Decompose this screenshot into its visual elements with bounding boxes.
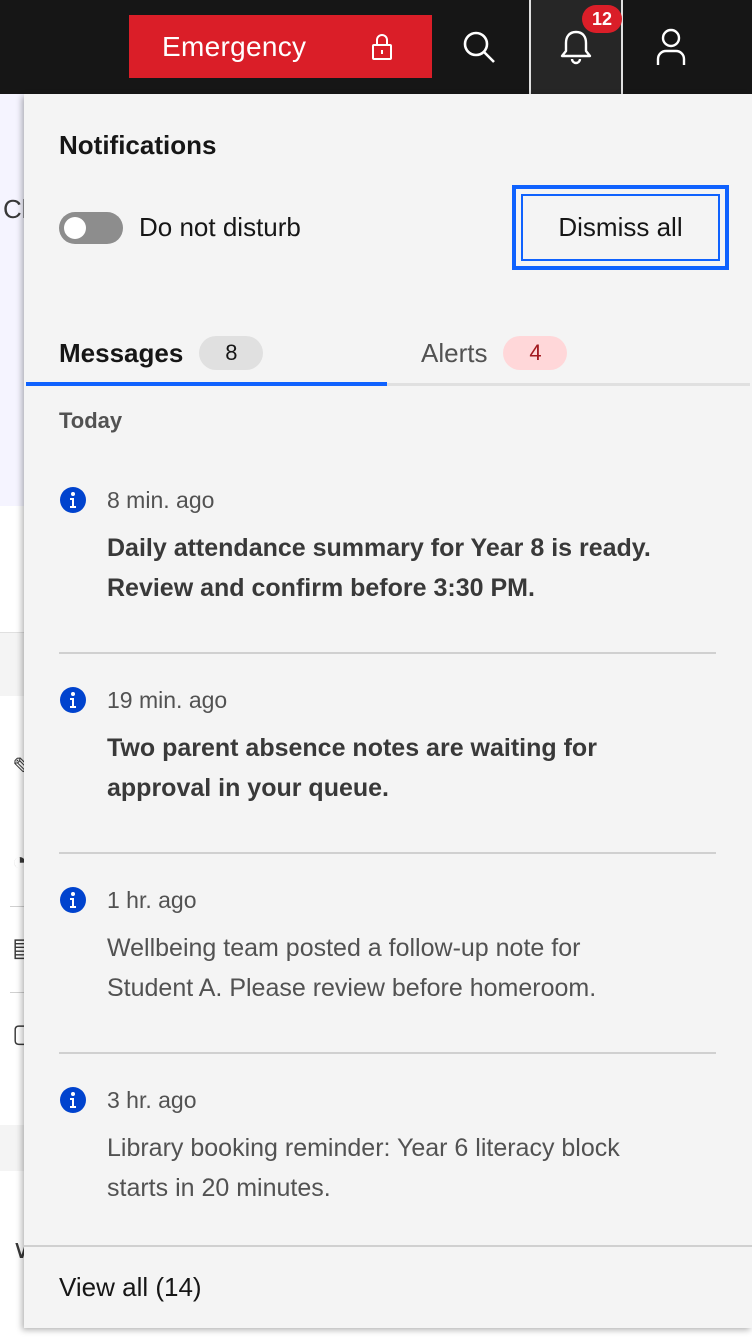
tab-alerts-label: Alerts <box>421 337 488 368</box>
notification-item[interactable]: 19 min. ago Two parent absence notes are… <box>59 686 716 816</box>
info-icon <box>60 1087 86 1113</box>
panel-title: Notifications <box>59 130 217 160</box>
user-icon <box>656 28 686 65</box>
notification-item[interactable]: 8 min. ago Daily attendance summary for … <box>59 486 716 616</box>
notification-item[interactable]: 1 hr. ago Wellbeing team posted a follow… <box>59 886 716 1016</box>
message-line: Daily attendance summary for Year 8 is r… <box>107 534 651 562</box>
notification-divider <box>59 852 716 854</box>
tab-baseline <box>387 383 750 386</box>
dismiss-all-label: Dismiss all <box>521 194 720 261</box>
notifications-panel: Notifications Do not disturb Dismiss all… <box>24 94 752 1328</box>
toggle-knob <box>64 217 86 239</box>
lock-icon <box>372 34 392 60</box>
notification-time: 3 hr. ago <box>107 1087 197 1113</box>
dismiss-all-button[interactable]: Dismiss all <box>512 185 729 270</box>
bell-icon <box>560 30 592 65</box>
message-line: approval in your queue. <box>107 774 389 802</box>
info-icon <box>60 887 86 913</box>
message-line: Review and confirm before 3:30 PM. <box>107 574 535 602</box>
message-line: Two parent absence notes are waiting for <box>107 734 597 762</box>
active-tab-indicator <box>26 382 387 386</box>
do-not-disturb-label: Do not disturb <box>139 212 301 242</box>
view-all-link[interactable]: View all (14) <box>59 1272 202 1303</box>
search-button[interactable] <box>432 0 526 94</box>
notification-time: 1 hr. ago <box>107 887 197 913</box>
message-line: starts in 20 minutes. <box>107 1174 331 1202</box>
notification-time: 19 min. ago <box>107 687 228 713</box>
notification-divider <box>59 1052 716 1054</box>
emergency-label: Emergency <box>162 30 307 62</box>
notification-message: Wellbeing team posted a follow-up note f… <box>107 928 727 1008</box>
notifications-button[interactable]: 12 <box>529 0 623 94</box>
notification-count-badge: 12 <box>582 5 622 33</box>
tab-messages-label: Messages <box>59 337 184 368</box>
user-profile-button[interactable] <box>624 0 718 94</box>
message-line: Student A. Please review before homeroom… <box>107 974 597 1002</box>
message-line: Wellbeing team posted a follow-up note f… <box>107 934 581 962</box>
notification-message: Daily attendance summary for Year 8 is r… <box>107 528 727 608</box>
notification-divider <box>59 652 716 654</box>
info-icon <box>60 687 86 713</box>
top-header-bar: Emergency 12 <box>0 0 752 94</box>
message-line: Library booking reminder: Year 6 literac… <box>107 1134 620 1162</box>
notification-time: 8 min. ago <box>107 487 215 513</box>
search-icon <box>463 31 495 63</box>
notification-message: Two parent absence notes are waiting for… <box>107 728 727 808</box>
footer-divider <box>24 1245 752 1247</box>
tab-alerts-count: 4 <box>503 336 568 370</box>
notification-tabs: Messages 8 Alerts 4 <box>24 320 752 388</box>
info-icon <box>60 487 86 513</box>
notification-message: Library booking reminder: Year 6 literac… <box>107 1128 727 1208</box>
section-today-label: Today <box>59 408 123 433</box>
do-not-disturb-toggle[interactable] <box>59 212 123 244</box>
tab-messages[interactable]: Messages 8 <box>59 320 264 386</box>
notification-item[interactable]: 3 hr. ago Library booking reminder: Year… <box>59 1086 716 1216</box>
emergency-button[interactable]: Emergency <box>129 15 432 78</box>
tab-messages-count: 8 <box>199 336 264 370</box>
tab-alerts[interactable]: Alerts 4 <box>421 320 568 386</box>
